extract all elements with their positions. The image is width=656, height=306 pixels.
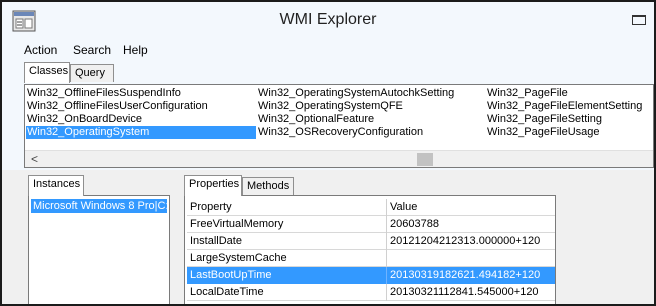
class-item[interactable]: Win32_PageFileUsage: [486, 126, 651, 139]
property-value: 20121204212313.000000+120: [387, 233, 555, 250]
class-item[interactable]: Win32_PageFileElementSetting: [486, 100, 651, 113]
class-item[interactable]: Win32_OperatingSystemQFE: [257, 100, 482, 113]
class-item[interactable]: Win32_OfflineFilesSuspendInfo: [26, 87, 256, 100]
classes-list: Win32_OfflineFilesSuspendInfo Win32_Offl…: [24, 84, 654, 168]
splitter[interactable]: [2, 170, 654, 174]
table-row[interactable]: LocalDateTime 20130321112841.545000+120: [187, 284, 555, 301]
tab-instances[interactable]: Instances: [28, 175, 84, 196]
properties-grid: Property Value FreeVirtualMemory 2060378…: [184, 195, 556, 304]
menu-search[interactable]: Search: [73, 43, 111, 57]
right-empty-area: [558, 172, 654, 304]
scroll-left-icon[interactable]: <: [31, 152, 38, 166]
window-title: WMI Explorer: [279, 11, 377, 28]
instances-list: Microsoft Windows 8 Pro|C:\: [28, 195, 170, 304]
classes-column-3: Win32_PageFile Win32_PageFileElementSett…: [486, 87, 651, 139]
top-tabstrip: Classes Query: [24, 62, 224, 83]
tab-classes[interactable]: Classes: [24, 62, 70, 83]
tab-properties[interactable]: Properties: [184, 175, 242, 196]
classes-column-1: Win32_OfflineFilesSuspendInfo Win32_Offl…: [26, 87, 256, 139]
property-value: [387, 250, 555, 267]
property-name: LastBootUpTime: [187, 267, 387, 284]
instance-item-selected[interactable]: Microsoft Windows 8 Pro|C:\: [31, 199, 167, 213]
menu-help[interactable]: Help: [123, 43, 148, 57]
scrollbar-thumb[interactable]: [417, 153, 433, 166]
tab-methods[interactable]: Methods: [242, 177, 294, 195]
classes-horizontal-scrollbar[interactable]: <: [25, 150, 653, 167]
property-value: 20130319182621.494182+120: [387, 267, 555, 284]
property-value: 20130321112841.545000+120: [387, 284, 555, 301]
maximize-button[interactable]: [624, 10, 654, 32]
properties-table: Property Value FreeVirtualMemory 2060378…: [187, 199, 555, 301]
classes-column-2: Win32_OperatingSystemAutochkSetting Win3…: [257, 87, 482, 139]
properties-header-row: Property Value: [187, 199, 555, 216]
menu-bar: Action Search Help: [2, 40, 654, 60]
property-name: InstallDate: [187, 233, 387, 250]
class-item[interactable]: Win32_OnBoardDevice: [26, 113, 256, 126]
table-row-selected[interactable]: LastBootUpTime 20130319182621.494182+120: [187, 267, 555, 284]
class-item[interactable]: Win32_PageFileSetting: [486, 113, 651, 126]
properties-tabstrip: Properties Methods: [184, 175, 334, 196]
class-item[interactable]: Win32_OSRecoveryConfiguration: [257, 126, 482, 139]
class-item[interactable]: Win32_OfflineFilesUserConfiguration: [26, 100, 256, 113]
tab-query[interactable]: Query: [70, 64, 114, 82]
property-name: LocalDateTime: [187, 284, 387, 301]
property-value: 20603788: [387, 216, 555, 233]
maximize-icon: [632, 15, 646, 25]
value-column-header[interactable]: Value: [387, 199, 555, 216]
table-row[interactable]: InstallDate 20121204212313.000000+120: [187, 233, 555, 250]
class-item-selected[interactable]: Win32_OperatingSystem: [26, 126, 256, 139]
property-name: FreeVirtualMemory: [187, 216, 387, 233]
wmi-explorer-window: WMI Explorer Action Search Help Classes …: [0, 0, 656, 306]
menu-action[interactable]: Action: [24, 43, 57, 57]
class-item[interactable]: Win32_OperatingSystemAutochkSetting: [257, 87, 482, 100]
property-name: LargeSystemCache: [187, 250, 387, 267]
property-column-header[interactable]: Property: [187, 199, 387, 216]
title-bar[interactable]: WMI Explorer: [2, 2, 654, 40]
class-item[interactable]: Win32_PageFile: [486, 87, 651, 100]
class-item[interactable]: Win32_OptionalFeature: [257, 113, 482, 126]
instances-tabstrip: Instances: [28, 175, 88, 196]
table-row[interactable]: FreeVirtualMemory 20603788: [187, 216, 555, 233]
table-row[interactable]: LargeSystemCache: [187, 250, 555, 267]
